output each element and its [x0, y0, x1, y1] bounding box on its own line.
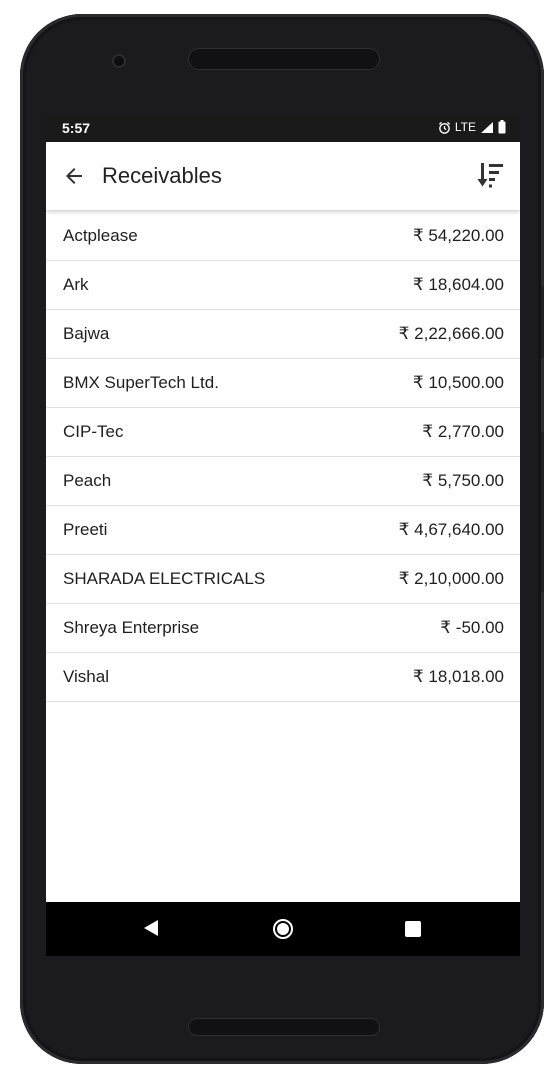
front-camera: [112, 54, 126, 68]
nav-recents-icon[interactable]: [405, 921, 421, 937]
back-button[interactable]: [62, 164, 86, 188]
list-item[interactable]: Peach ₹ 5,750.00: [46, 457, 520, 506]
party-name: CIP-Tec: [63, 422, 124, 441]
battery-icon: [498, 120, 506, 134]
nav-home-icon[interactable]: [273, 919, 293, 939]
list-item[interactable]: SHARADA ELECTRICALS ₹ 2,10,000.00: [46, 555, 520, 604]
list-item[interactable]: Actplease ₹ 54,220.00: [46, 212, 520, 261]
amount: ₹ 4,67,640.00: [398, 520, 504, 539]
party-name: Peach: [63, 471, 112, 490]
list-item[interactable]: Vishal ₹ 18,018.00: [46, 653, 520, 702]
list-item[interactable]: Preeti ₹ 4,67,640.00: [46, 506, 520, 555]
amount: ₹ 18,604.00: [412, 275, 504, 294]
amount: ₹ 2,770.00: [422, 422, 504, 441]
status-bar: 5:57 LTE: [46, 114, 520, 142]
amount: ₹ 18,018.00: [412, 667, 504, 686]
party-name: Bajwa: [63, 324, 110, 343]
list-item[interactable]: Bajwa ₹ 2,22,666.00: [46, 310, 520, 359]
status-icons: LTE: [438, 120, 506, 134]
amount: ₹ -50.00: [440, 618, 504, 637]
party-name: Preeti: [63, 520, 108, 539]
list-item[interactable]: Shreya Enterprise ₹ -50.00: [46, 604, 520, 653]
amount: ₹ 2,10,000.00: [398, 569, 504, 588]
sort-descending-icon: [477, 163, 503, 188]
app-bar: Receivables: [46, 142, 520, 210]
list-item[interactable]: BMX SuperTech Ltd. ₹ 10,500.00: [46, 359, 520, 408]
party-name: Ark: [63, 275, 89, 294]
party-name: SHARADA ELECTRICALS: [63, 569, 266, 588]
party-name: Shreya Enterprise: [63, 618, 200, 637]
list-item[interactable]: CIP-Tec ₹ 2,770.00: [46, 408, 520, 457]
nav-back-icon: [144, 920, 158, 936]
amount: ₹ 10,500.00: [412, 373, 504, 392]
alarm-icon: [438, 121, 450, 134]
list-item[interactable]: Ark ₹ 18,604.00: [46, 261, 520, 310]
signal-icon: [481, 121, 493, 133]
receivables-list: Actplease ₹ 54,220.00 Ark ₹ 18,604.00 Ba…: [46, 212, 520, 702]
amount: ₹ 54,220.00: [412, 226, 504, 245]
earpiece-speaker: [188, 48, 380, 70]
party-name: BMX SuperTech Ltd.: [63, 373, 219, 392]
sort-button[interactable]: [476, 160, 506, 190]
party-name: Vishal: [63, 667, 109, 686]
amount: ₹ 2,22,666.00: [398, 324, 504, 343]
party-name: Actplease: [63, 226, 138, 245]
navigation-bar: [46, 902, 520, 956]
page-title: Receivables: [102, 163, 222, 188]
nav-back-button[interactable]: [142, 918, 160, 943]
amount: ₹ 5,750.00: [422, 471, 504, 490]
bottom-speaker: [188, 1018, 380, 1036]
arrow-left-icon: [66, 168, 82, 184]
network-type: LTE: [454, 120, 476, 134]
status-time: 5:57: [62, 120, 91, 136]
screen: 5:57 LTE Receivables Actplease ₹ 54,220.…: [46, 114, 520, 956]
